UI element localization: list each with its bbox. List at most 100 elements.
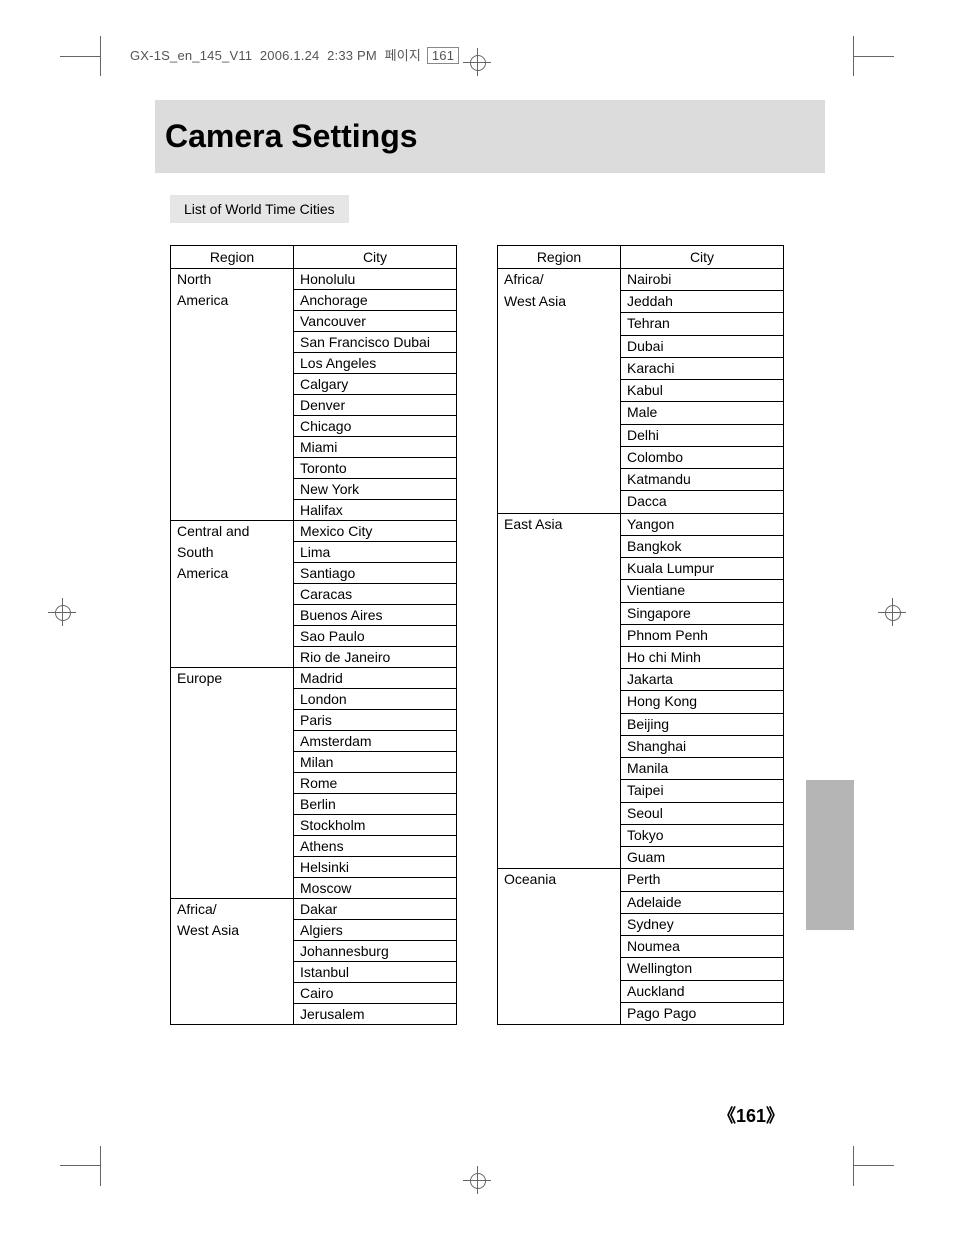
table-row: Athens — [171, 836, 457, 857]
city-cell: Mexico City — [294, 521, 457, 542]
region-cell — [498, 491, 621, 513]
crop-mark — [60, 1165, 100, 1166]
city-cell: New York — [294, 479, 457, 500]
city-cell: Milan — [294, 752, 457, 773]
region-cell — [498, 758, 621, 780]
city-cell: Phnom Penh — [621, 624, 784, 646]
page-title: Camera Settings — [165, 118, 815, 155]
city-cell: Calgary — [294, 374, 457, 395]
table-row: San Francisco Dubai — [171, 332, 457, 353]
city-cell: Manila — [621, 758, 784, 780]
title-bar: Camera Settings — [155, 100, 825, 173]
table-row: Katmandu — [498, 469, 784, 491]
region-cell — [171, 983, 294, 1004]
city-cell: Pago Pago — [621, 1002, 784, 1024]
region-cell — [171, 689, 294, 710]
table-row: London — [171, 689, 457, 710]
region-cell — [498, 980, 621, 1002]
table-row: Istanbul — [171, 962, 457, 983]
region-cell — [171, 836, 294, 857]
region-cell — [171, 647, 294, 668]
city-cell: Moscow — [294, 878, 457, 899]
city-cell: Santiago — [294, 563, 457, 584]
region-cell — [498, 891, 621, 913]
cities-table-right: Region City Africa/NairobiWest AsiaJedda… — [497, 245, 784, 1025]
city-cell: Madrid — [294, 668, 457, 689]
region-cell — [171, 731, 294, 752]
region-cell — [498, 936, 621, 958]
col-header-city: City — [294, 246, 457, 269]
table-row: Beijing — [498, 713, 784, 735]
city-cell: Dakar — [294, 899, 457, 920]
table-row: Noumea — [498, 936, 784, 958]
table-row: Jakarta — [498, 669, 784, 691]
table-row: Wellington — [498, 958, 784, 980]
city-cell: Beijing — [621, 713, 784, 735]
region-cell — [171, 773, 294, 794]
table-row: Sydney — [498, 913, 784, 935]
city-cell: Jakarta — [621, 669, 784, 691]
city-cell: Yangon — [621, 513, 784, 535]
table-row: Africa/Nairobi — [498, 269, 784, 291]
city-cell: Anchorage — [294, 290, 457, 311]
city-cell: Wellington — [621, 958, 784, 980]
region-cell — [498, 1002, 621, 1024]
meta-page-num: 161 — [427, 47, 459, 64]
table-row: Berlin — [171, 794, 457, 815]
table-row: Singapore — [498, 602, 784, 624]
table-row: Cairo — [171, 983, 457, 1004]
region-cell — [498, 958, 621, 980]
registration-mark-icon — [467, 52, 487, 72]
table-row: AmericaSantiago — [171, 563, 457, 584]
table-row: Dubai — [498, 335, 784, 357]
city-cell: Kuala Lumpur — [621, 558, 784, 580]
region-cell — [171, 479, 294, 500]
region-cell: South — [171, 542, 294, 563]
table-row: SouthLima — [171, 542, 457, 563]
city-cell: Algiers — [294, 920, 457, 941]
city-cell: Nairobi — [621, 269, 784, 291]
region-cell — [498, 402, 621, 424]
page-number-value: 161 — [736, 1106, 766, 1126]
table-row: Tokyo — [498, 824, 784, 846]
city-cell: Vancouver — [294, 311, 457, 332]
table-row: Africa/Dakar — [171, 899, 457, 920]
city-cell: Kabul — [621, 380, 784, 402]
city-cell: Amsterdam — [294, 731, 457, 752]
region-cell: America — [171, 290, 294, 311]
table-row: Chicago — [171, 416, 457, 437]
table-row: Taipei — [498, 780, 784, 802]
table-row: Seoul — [498, 802, 784, 824]
region-cell — [498, 646, 621, 668]
region-cell — [498, 380, 621, 402]
crop-mark — [100, 36, 101, 76]
city-cell: Bangkok — [621, 535, 784, 557]
table-row: Vientiane — [498, 580, 784, 602]
table-row: Stockholm — [171, 815, 457, 836]
city-cell: Buenos Aires — [294, 605, 457, 626]
city-cell: Katmandu — [621, 469, 784, 491]
table-row: AmericaAnchorage — [171, 290, 457, 311]
region-cell — [171, 416, 294, 437]
region-cell — [498, 802, 621, 824]
city-cell: Rio de Janeiro — [294, 647, 457, 668]
city-cell: Noumea — [621, 936, 784, 958]
region-cell — [171, 752, 294, 773]
region-cell — [171, 332, 294, 353]
table-row: Moscow — [171, 878, 457, 899]
region-cell — [498, 424, 621, 446]
city-cell: Tehran — [621, 313, 784, 335]
table-row: Jerusalem — [171, 1004, 457, 1025]
city-cell: Rome — [294, 773, 457, 794]
region-cell — [498, 602, 621, 624]
region-cell — [171, 710, 294, 731]
table-row: Buenos Aires — [171, 605, 457, 626]
city-cell: Singapore — [621, 602, 784, 624]
table-row: Dacca — [498, 491, 784, 513]
table-row: Tehran — [498, 313, 784, 335]
table-row: Toronto — [171, 458, 457, 479]
city-cell: Ho chi Minh — [621, 646, 784, 668]
region-cell — [171, 437, 294, 458]
table-row: Helsinki — [171, 857, 457, 878]
city-cell: Athens — [294, 836, 457, 857]
